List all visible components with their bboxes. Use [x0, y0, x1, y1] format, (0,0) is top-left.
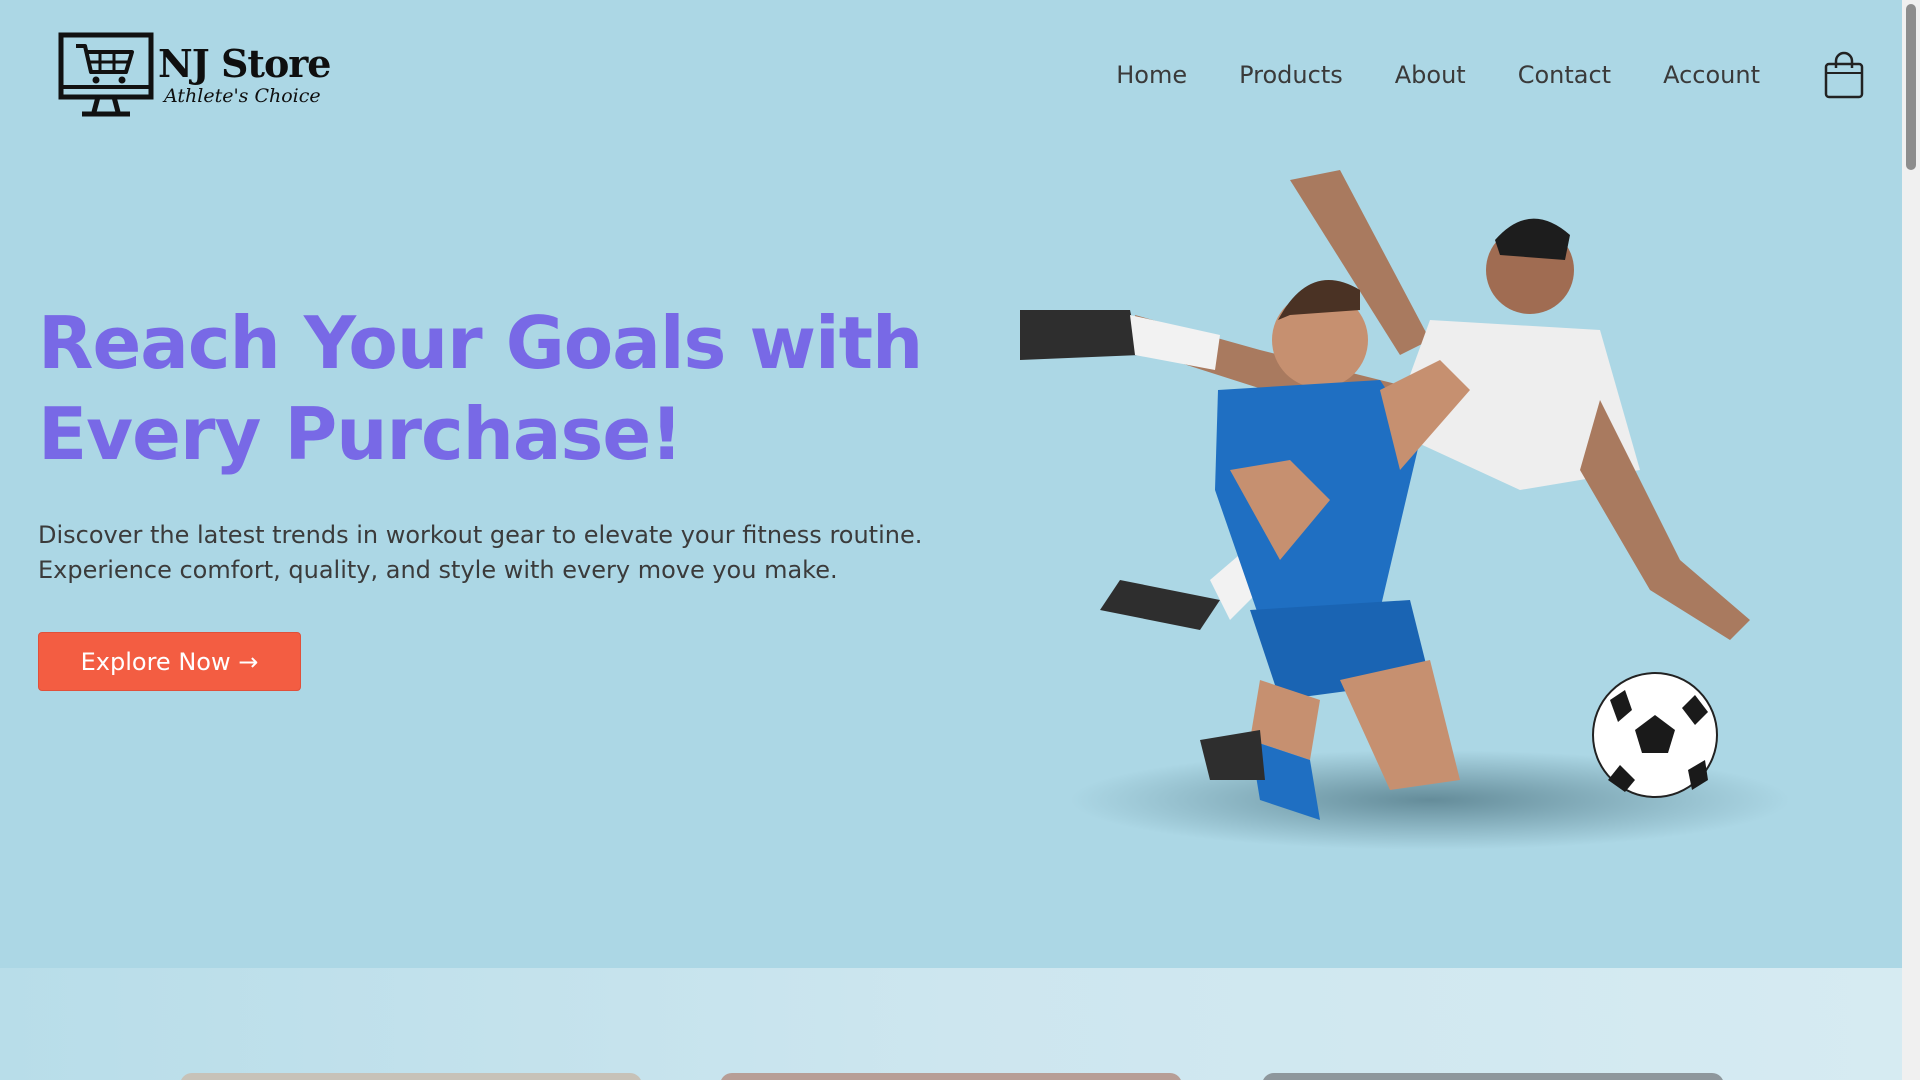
site-header: NJ Store Athlete's Choice Home Products … — [0, 0, 1902, 150]
hero-description: Discover the latest trends in workout ge… — [38, 518, 938, 588]
shopping-bag-icon[interactable] — [1824, 51, 1864, 99]
brand-logo[interactable]: NJ Store Athlete's Choice — [58, 32, 331, 118]
brand-text: NJ Store Athlete's Choice — [158, 40, 331, 107]
shopping-cart-monitor-icon — [58, 32, 154, 117]
main-nav: Home Products About Contact Account — [1116, 51, 1864, 99]
featured-card-3[interactable] — [1262, 1073, 1724, 1080]
featured-card-2[interactable] — [720, 1073, 1182, 1080]
hero-title-line1: Reach Your Goals with — [38, 301, 923, 385]
nav-account[interactable]: Account — [1663, 61, 1760, 89]
soccer-ball — [1592, 672, 1718, 798]
nav-contact[interactable]: Contact — [1518, 61, 1611, 89]
featured-card-1[interactable] — [180, 1073, 642, 1080]
hero-desc-line1: Discover the latest trends in workout ge… — [38, 521, 923, 549]
brand-name: NJ Store — [158, 40, 331, 86]
nav-home[interactable]: Home — [1116, 61, 1187, 89]
brand-tagline: Athlete's Choice — [164, 84, 321, 107]
hero-title: Reach Your Goals with Every Purchase! — [38, 298, 938, 480]
featured-section — [0, 968, 1902, 1080]
nav-products[interactable]: Products — [1239, 61, 1343, 89]
scrollbar-thumb[interactable] — [1906, 4, 1916, 170]
hero-players-image — [1020, 170, 1790, 850]
page: NJ Store Athlete's Choice Home Products … — [0, 0, 1902, 1080]
hero-desc-line2: Experience comfort, quality, and style w… — [38, 556, 838, 584]
page-scrollbar[interactable] — [1902, 0, 1920, 1080]
hero-title-line2: Every Purchase! — [38, 392, 683, 476]
nav-about[interactable]: About — [1395, 61, 1466, 89]
explore-now-button[interactable]: Explore Now → — [38, 632, 301, 691]
